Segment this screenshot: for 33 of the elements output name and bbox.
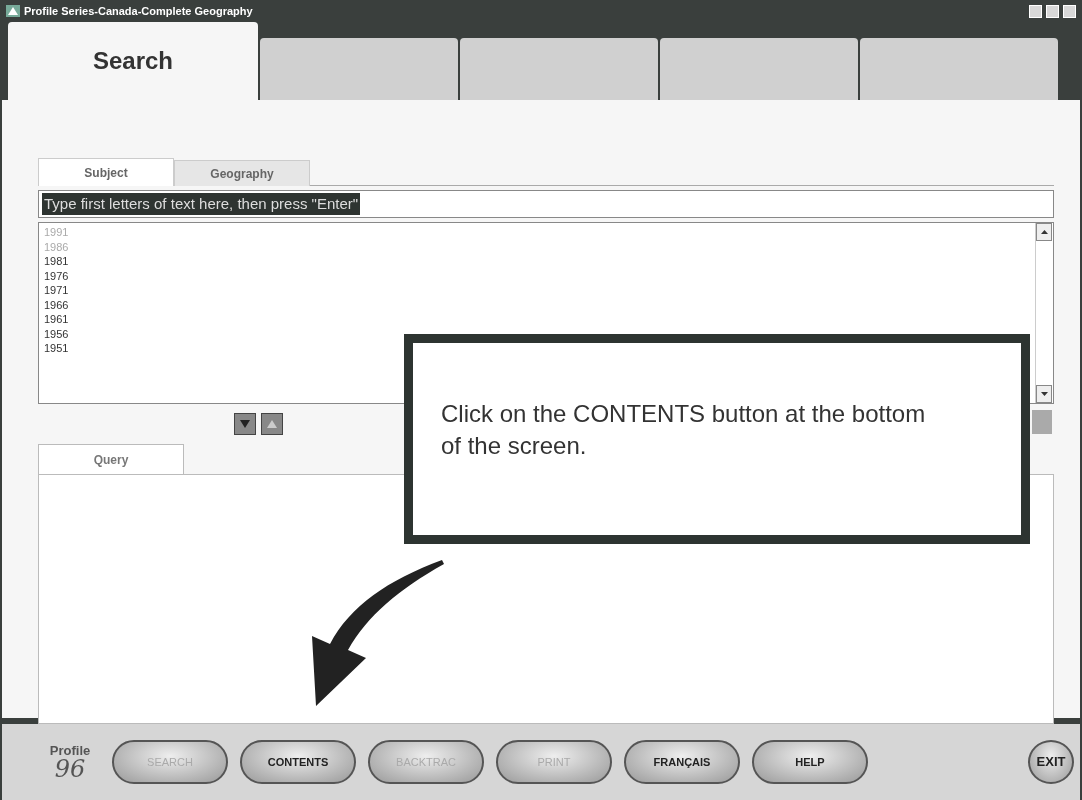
list-item[interactable]: 1976	[44, 268, 69, 283]
tab[interactable]: Query	[38, 444, 184, 474]
move-up-button[interactable]	[261, 413, 283, 435]
tab[interactable]: Search	[8, 22, 258, 100]
callout-text: Click on the CONTENTS button at the bottom of the screen.	[404, 334, 1030, 544]
scroll-up-button[interactable]	[1036, 223, 1052, 241]
scrollbar[interactable]	[1035, 223, 1053, 403]
list-item[interactable]: 1956	[44, 326, 69, 341]
nav-button[interactable]: CONTENTS	[240, 740, 356, 784]
logo-number: 96	[54, 756, 86, 781]
triangle-up-icon	[1040, 230, 1048, 234]
logo-text: Profile	[49, 743, 91, 757]
nav-button[interactable]: HELP	[752, 740, 868, 784]
list-item[interactable]: 1966	[44, 297, 69, 312]
list-item[interactable]: 1971	[44, 283, 69, 298]
app-icon	[6, 5, 20, 17]
maximize-button[interactable]	[1046, 4, 1059, 18]
tab[interactable]: Geography	[174, 160, 310, 186]
triangle-up-icon	[267, 420, 277, 428]
nav-button[interactable]: FRANÇAIS	[624, 740, 740, 784]
tab[interactable]: Subject	[38, 158, 174, 186]
scroll-down-button[interactable]	[1036, 385, 1052, 403]
list-item[interactable]: 1981	[44, 254, 69, 269]
nav-button[interactable]: EXIT	[1028, 740, 1074, 784]
move-down-button[interactable]	[234, 413, 256, 435]
search-field[interactable]: Type first letters of text here, then press "Enter"	[38, 190, 1054, 218]
list-item[interactable]: 1961	[44, 312, 69, 327]
window-title: Profile Series-Canada-Complete Geography	[24, 3, 254, 19]
triangle-down-icon	[240, 420, 250, 428]
list-item[interactable]: 1951	[44, 341, 69, 356]
close-button[interactable]	[1063, 4, 1076, 18]
triangle-down-icon	[1040, 392, 1048, 396]
minimize-button[interactable]	[1029, 4, 1042, 18]
